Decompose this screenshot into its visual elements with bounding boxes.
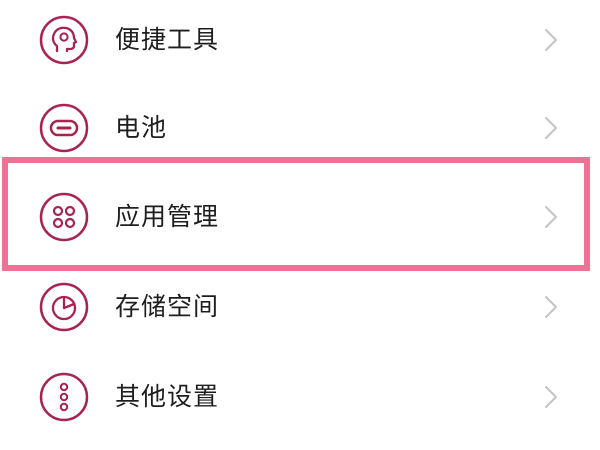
chevron-right-icon: [543, 115, 559, 141]
more-dots-icon: [39, 372, 89, 422]
app-grid-icon: [39, 192, 89, 242]
head-gear-icon: [39, 15, 89, 65]
settings-item-storage[interactable]: 存储空间: [0, 262, 600, 352]
settings-item-battery[interactable]: 电池: [0, 83, 600, 173]
chevron-right-icon: [543, 204, 559, 230]
settings-item-label: 电池: [115, 113, 168, 142]
battery-icon: [39, 103, 89, 153]
chevron-right-icon: [543, 384, 559, 410]
settings-item-label: 存储空间: [115, 292, 220, 321]
settings-list: 便捷工具 电池 应用管理 存储空间 其他设置: [0, 0, 600, 450]
settings-item-label: 便捷工具: [115, 25, 220, 54]
chevron-right-icon: [543, 294, 559, 320]
settings-item-app-management[interactable]: 应用管理: [0, 172, 600, 262]
settings-item-label: 应用管理: [115, 202, 220, 231]
settings-item-label: 其他设置: [115, 382, 220, 411]
settings-item-other-settings[interactable]: 其他设置: [0, 352, 600, 442]
settings-item-convenience-tools[interactable]: 便捷工具: [0, 0, 600, 85]
pie-chart-icon: [39, 282, 89, 332]
chevron-right-icon: [543, 27, 559, 53]
